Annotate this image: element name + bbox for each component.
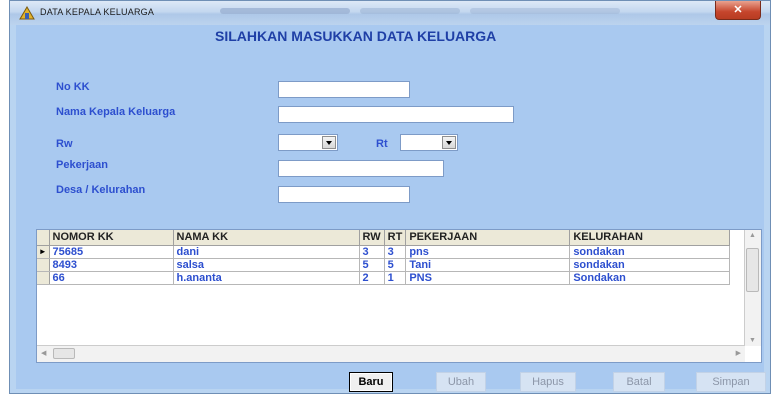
hapus-button[interactable]: Hapus: [520, 372, 576, 392]
cell-rw[interactable]: 2: [359, 271, 385, 285]
title-blur-decoration: [220, 8, 350, 14]
column-header-pekerjaan[interactable]: PEKERJAAN: [405, 230, 571, 246]
cell-nama-kk[interactable]: h.ananta: [173, 271, 360, 285]
pekerjaan-label: Pekerjaan: [56, 159, 108, 171]
title-bar: DATA KEPALA KELUARGA ✕: [10, 1, 770, 25]
cell-rw[interactable]: 5: [359, 258, 385, 272]
rt-dropdown-button[interactable]: [442, 136, 456, 149]
horizontal-scroll-thumb[interactable]: [53, 348, 75, 359]
simpan-button[interactable]: Simpan: [696, 372, 766, 392]
cell-nomor-kk[interactable]: 8493: [49, 258, 174, 272]
chevron-down-icon: [326, 141, 332, 145]
rw-combo[interactable]: [278, 134, 338, 151]
data-grid[interactable]: NOMOR KK NAMA KK RW RT PEKERJAAN KELURAH…: [36, 229, 762, 363]
rt-label: Rt: [376, 138, 388, 150]
grid-table: NOMOR KK NAMA KK RW RT PEKERJAAN KELURAH…: [37, 230, 731, 285]
cell-rt[interactable]: 1: [384, 271, 407, 285]
ubah-button[interactable]: Ubah: [436, 372, 486, 392]
column-header-nama-kk[interactable]: NAMA KK: [173, 230, 360, 246]
pekerjaan-input[interactable]: [278, 160, 444, 177]
no-kk-input[interactable]: [278, 81, 410, 98]
scroll-left-icon[interactable]: ◀: [41, 349, 46, 357]
column-header-kelurahan[interactable]: KELURAHAN: [569, 230, 731, 246]
cell-nama-kk[interactable]: dani: [173, 245, 360, 259]
cell-pekerjaan[interactable]: pns: [405, 245, 571, 259]
baru-button[interactable]: Baru: [349, 372, 393, 392]
vertical-scroll-thumb[interactable]: [746, 248, 759, 292]
column-header-rw[interactable]: RW: [359, 230, 385, 246]
table-row[interactable]: ► 75685 dani 3 3 pns sondakan: [37, 245, 731, 259]
rw-label: Rw: [56, 138, 73, 150]
grid-header-row: NOMOR KK NAMA KK RW RT PEKERJAAN KELURAH…: [37, 230, 731, 246]
cell-rw[interactable]: 3: [359, 245, 385, 259]
row-indicator-header: [37, 230, 50, 246]
window-title: DATA KEPALA KELUARGA: [40, 7, 155, 17]
chevron-down-icon: [446, 141, 452, 145]
nama-kepala-keluarga-input[interactable]: [278, 106, 514, 123]
cell-kelurahan[interactable]: sondakan: [569, 258, 731, 272]
form-heading: SILAHKAN MASUKKAN DATA KELUARGA: [215, 28, 497, 44]
desa-kelurahan-input[interactable]: [278, 186, 410, 203]
table-row[interactable]: 8493 salsa 5 5 Tani sondakan: [37, 258, 731, 272]
row-indicator: [37, 258, 50, 272]
title-blur-decoration: [360, 8, 460, 14]
close-button[interactable]: ✕: [715, 1, 761, 20]
cell-kelurahan[interactable]: Sondakan: [569, 271, 731, 285]
desa-kelurahan-label: Desa / Kelurahan: [56, 184, 146, 196]
scroll-down-icon[interactable]: ▼: [749, 337, 756, 344]
cell-nomor-kk[interactable]: 75685: [49, 245, 174, 259]
app-icon: [19, 6, 35, 20]
no-kk-label: No KK: [56, 81, 90, 93]
title-blur-decoration: [470, 8, 620, 14]
cell-nomor-kk[interactable]: 66: [49, 271, 174, 285]
cell-rt[interactable]: 3: [384, 245, 407, 259]
cell-nama-kk[interactable]: salsa: [173, 258, 360, 272]
rw-dropdown-button[interactable]: [322, 136, 336, 149]
row-indicator: [37, 271, 50, 285]
scroll-right-icon[interactable]: ▶: [736, 349, 741, 357]
rt-combo[interactable]: [400, 134, 458, 151]
cell-pekerjaan[interactable]: Tani: [405, 258, 571, 272]
horizontal-scrollbar[interactable]: ◀ ▶: [37, 345, 745, 362]
app-window: DATA KEPALA KELUARGA ✕ SILAHKAN MASUKKAN…: [9, 0, 771, 394]
cell-pekerjaan[interactable]: PNS: [405, 271, 571, 285]
row-indicator: ►: [37, 245, 50, 259]
cell-rt[interactable]: 5: [384, 258, 407, 272]
vertical-scrollbar[interactable]: ▲ ▼: [744, 230, 761, 346]
batal-button[interactable]: Batal: [613, 372, 665, 392]
cell-kelurahan[interactable]: sondakan: [569, 245, 731, 259]
nama-kepala-keluarga-label: Nama Kepala Keluarga: [56, 106, 176, 118]
scroll-up-icon[interactable]: ▲: [749, 232, 756, 239]
column-header-rt[interactable]: RT: [384, 230, 407, 246]
column-header-nomor-kk[interactable]: NOMOR KK: [49, 230, 174, 246]
table-row[interactable]: 66 h.ananta 2 1 PNS Sondakan: [37, 271, 731, 285]
